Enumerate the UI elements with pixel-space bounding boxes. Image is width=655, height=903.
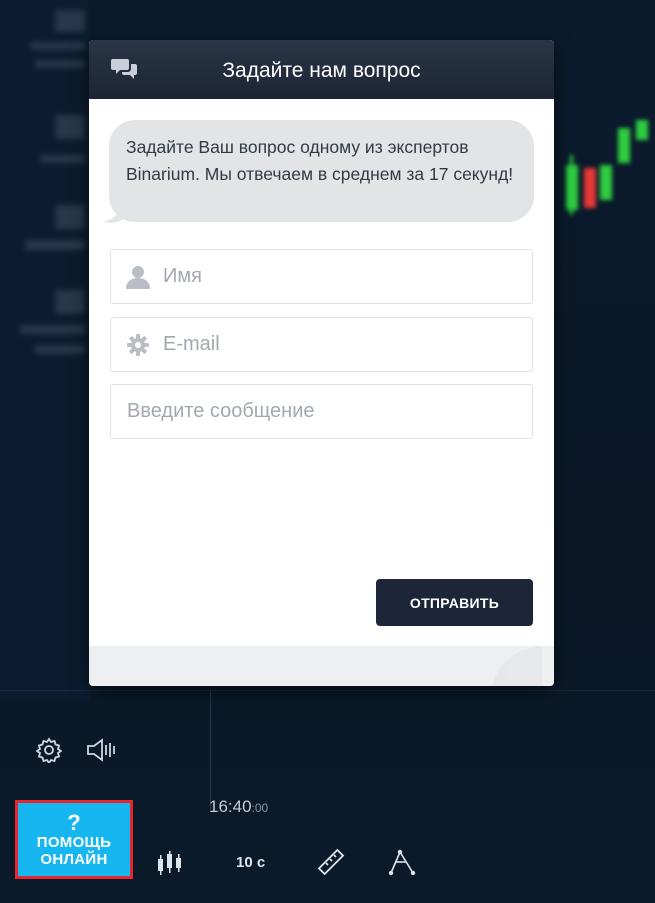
email-field[interactable]: E-mail — [110, 317, 533, 372]
candlestick-icon[interactable] — [156, 850, 182, 876]
chat-bubbles-icon — [111, 59, 137, 79]
name-placeholder: Имя — [163, 265, 202, 287]
user-icon — [126, 265, 150, 289]
ruler-icon[interactable] — [317, 848, 345, 876]
interval-selector[interactable]: 10 с — [236, 854, 265, 871]
price-chart — [566, 120, 648, 215]
intro-message: Задайте Ваш вопрос одному из экспертов B… — [109, 120, 534, 222]
gear-icon — [127, 333, 149, 356]
send-button[interactable]: ОТПРАВИТЬ — [376, 579, 533, 626]
time-value: 16:40 — [209, 797, 252, 816]
ask-question-dialog: Задайте нам вопрос Задайте Ваш вопрос од… — [89, 40, 554, 686]
help-label-line2: ОНЛАЙН — [40, 850, 108, 868]
dialog-header: Задайте нам вопрос — [89, 40, 554, 99]
email-placeholder: E-mail — [163, 333, 220, 355]
name-field[interactable]: Имя — [110, 249, 533, 304]
footer-decoration — [492, 646, 542, 686]
dialog-footer — [89, 646, 554, 686]
chart-time: 16:40:00 — [209, 797, 268, 817]
question-icon: ? — [67, 809, 81, 835]
gear-icon[interactable] — [36, 737, 62, 763]
dialog-title: Задайте нам вопрос — [222, 58, 421, 82]
message-field[interactable]: Введите сообщение — [110, 384, 533, 439]
message-placeholder: Введите сообщение — [127, 400, 315, 422]
speaker-icon[interactable] — [86, 737, 116, 763]
asset-sidebar — [0, 0, 90, 700]
help-label-line1: ПОМОЩЬ — [36, 833, 112, 851]
time-seconds: :00 — [251, 801, 269, 815]
draw-tool-icon[interactable] — [388, 848, 416, 876]
help-online-button[interactable]: ? ПОМОЩЬ ОНЛАЙН — [15, 800, 133, 879]
